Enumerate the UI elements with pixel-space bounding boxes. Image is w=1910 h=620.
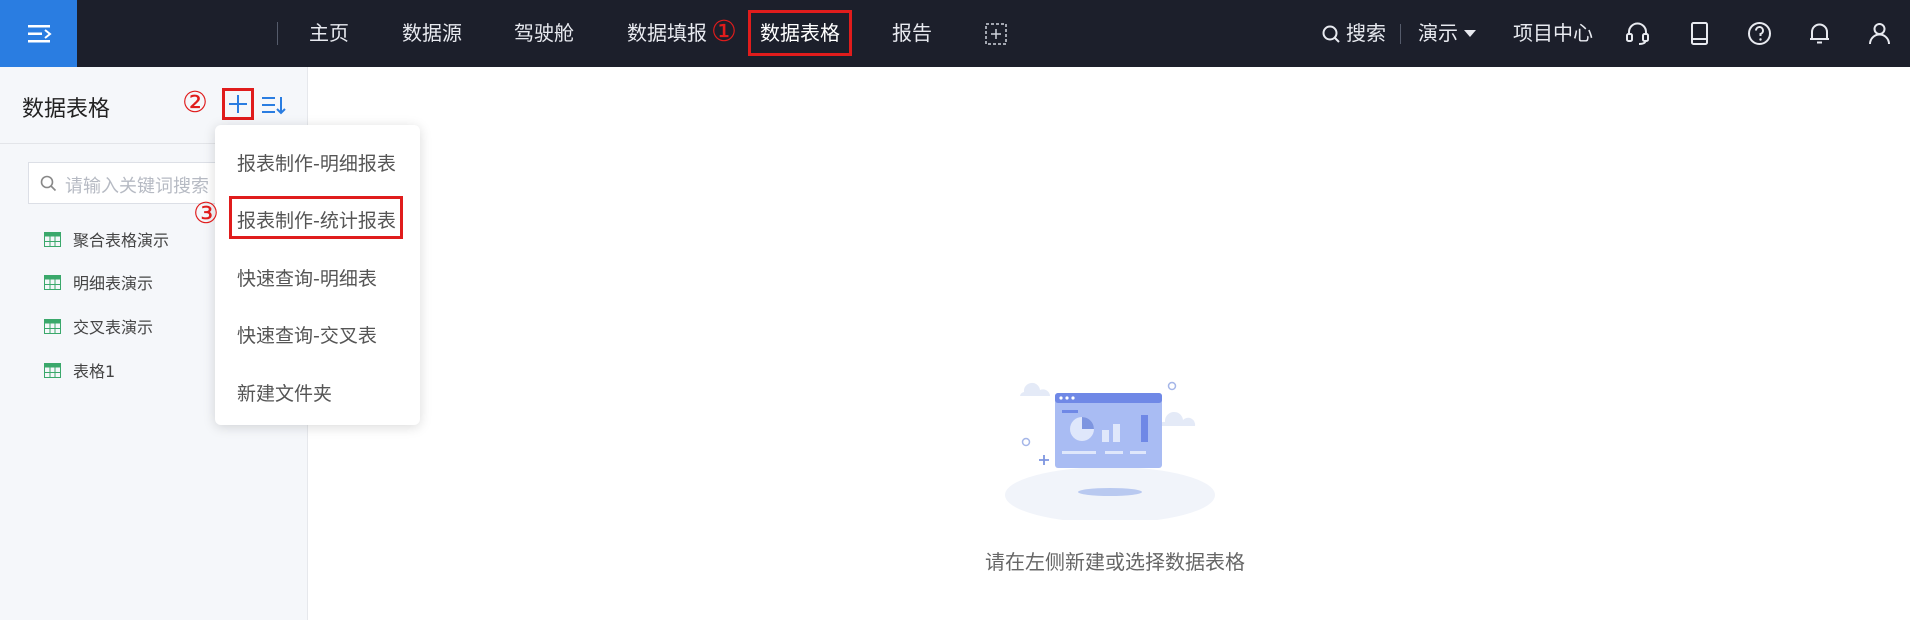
nav-data-table[interactable]: 数据表格 <box>748 10 852 56</box>
headset-icon[interactable] <box>1624 20 1651 47</box>
table-icon <box>44 231 61 247</box>
demo-dropdown[interactable]: 演示 <box>1418 0 1458 67</box>
search-label[interactable]: 搜索 <box>1346 0 1386 67</box>
empty-state-text: 请在左侧新建或选择数据表格 <box>985 550 1245 574</box>
list-item[interactable]: 明细表演示 <box>44 269 153 295</box>
search-icon <box>40 175 57 192</box>
user-icon[interactable] <box>1866 20 1893 47</box>
add-tab-icon[interactable] <box>984 22 1008 46</box>
list-item-label: 聚合表格演示 <box>73 231 170 250</box>
highlight-box <box>229 196 403 239</box>
list-item[interactable]: 交叉表演示 <box>44 313 153 339</box>
table-icon <box>44 362 61 378</box>
empty-state-illustration <box>1005 381 1215 520</box>
sort-icon[interactable] <box>260 94 286 116</box>
menu-item-quick-detail[interactable]: 快速查询-明细表 <box>237 264 377 291</box>
nav-separator <box>277 22 278 45</box>
project-center-link[interactable]: 项目中心 <box>1513 0 1593 67</box>
search-icon[interactable] <box>1321 24 1341 44</box>
nav-data-fill[interactable]: 数据填报 <box>627 0 707 67</box>
annotation-marker-3: ③ <box>193 196 219 230</box>
bell-icon[interactable] <box>1806 20 1833 47</box>
tools-separator <box>1400 24 1401 44</box>
help-icon[interactable] <box>1746 20 1773 47</box>
top-navbar: 主页 数据源 驾驶舱 数据填报 ① 数据表格 报告 搜索 演示 项目中心 <box>0 0 1910 67</box>
table-icon <box>44 318 61 334</box>
sidebar-title: 数据表格 <box>22 97 111 122</box>
menu-item-new-folder[interactable]: 新建文件夹 <box>237 379 332 406</box>
book-icon[interactable] <box>1686 20 1713 47</box>
menu-item-detail-report[interactable]: 报表制作-明细报表 <box>237 149 396 176</box>
add-dropdown-menu: 报表制作-明细报表 报表制作-统计报表 快速查询-明细表 快速查询-交叉表 新建… <box>215 125 420 425</box>
menu-item-quick-cross[interactable]: 快速查询-交叉表 <box>237 321 377 348</box>
list-item[interactable]: 表格1 <box>44 357 115 383</box>
menu-icon <box>27 24 52 42</box>
list-item-label: 交叉表演示 <box>73 318 154 337</box>
nav-cockpit[interactable]: 驾驶舱 <box>514 0 574 67</box>
list-item-label: 明细表演示 <box>73 274 154 293</box>
list-item-label: 表格1 <box>73 362 116 381</box>
chevron-down-icon[interactable] <box>1463 29 1477 39</box>
add-button[interactable] <box>222 88 254 120</box>
plus-icon <box>229 95 247 113</box>
menu-toggle-button[interactable] <box>0 0 77 67</box>
search-placeholder: 请输入关键词搜索 <box>65 176 209 197</box>
list-item[interactable]: 聚合表格演示 <box>44 226 169 252</box>
nav-home[interactable]: 主页 <box>309 0 349 67</box>
annotation-marker-1: ① <box>711 14 737 48</box>
nav-datasource[interactable]: 数据源 <box>402 0 462 67</box>
annotation-marker-2: ② <box>182 85 208 119</box>
nav-report[interactable]: 报告 <box>892 0 932 67</box>
table-icon <box>44 274 61 290</box>
